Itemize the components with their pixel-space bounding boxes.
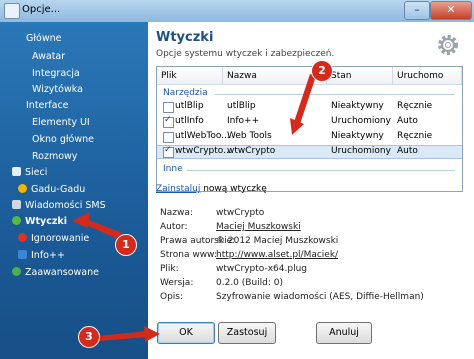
annotation-arrows	[72, 74, 316, 342]
annotation-arrow-2	[294, 74, 316, 124]
annotation-badge-1: 1	[115, 234, 137, 256]
annotation-badge-3: 3	[78, 326, 100, 348]
annotation-arrowhead-1	[72, 212, 90, 228]
annotation-arrow-1	[84, 218, 122, 240]
annotation-arrowhead-3	[144, 326, 160, 342]
annotation-badge-2: 2	[311, 60, 333, 82]
annotation-arrow-3	[98, 331, 148, 341]
